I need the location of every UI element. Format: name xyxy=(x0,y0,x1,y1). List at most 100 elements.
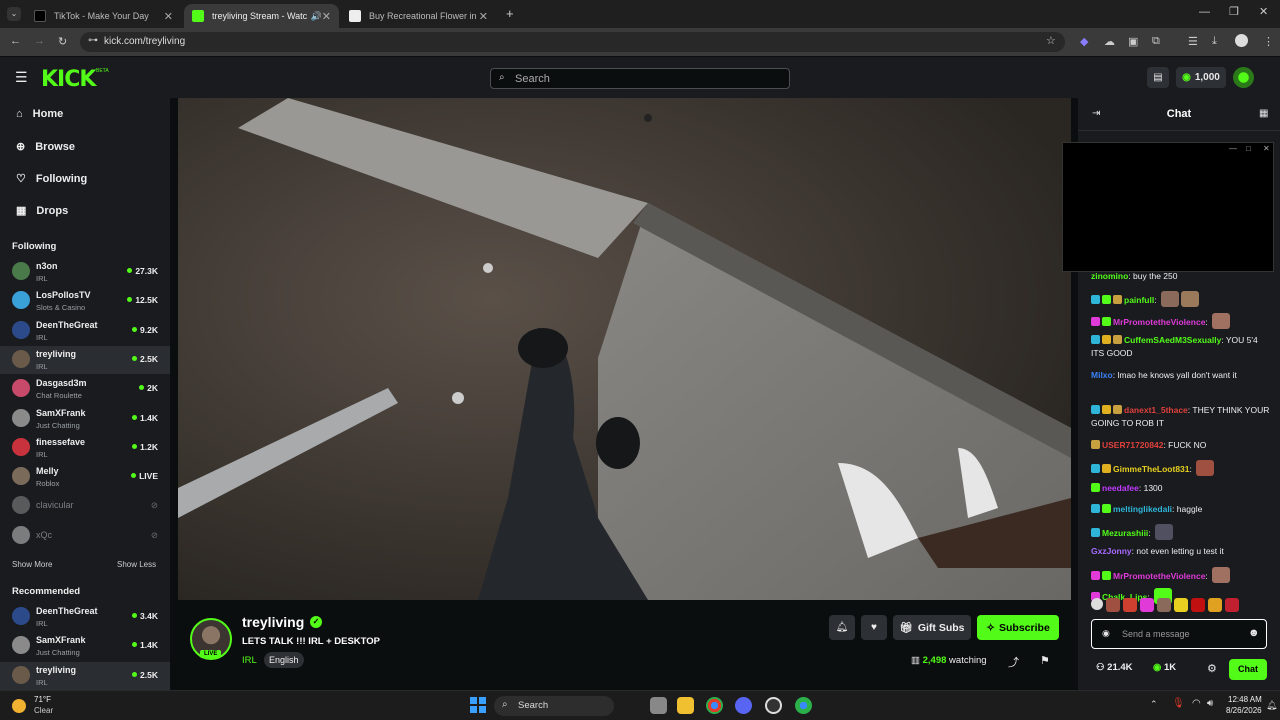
sidebar-channel-clavicular[interactable]: clavicular ⊘ xyxy=(0,492,170,520)
close-tab-icon[interactable]: ✕ xyxy=(479,10,488,23)
menu-kebab-icon[interactable]: ⋮ xyxy=(1263,35,1274,48)
sidebar-channel-deenthegreat[interactable]: DeenTheGreat IRL 3.4K xyxy=(0,603,170,631)
taskbar-search[interactable]: ⌕ Search xyxy=(494,696,614,716)
sidebar-channel-lospollostv[interactable]: LosPollosTV Slots & Casino 12.5K xyxy=(0,287,170,315)
chat-username[interactable]: MrPromotetheViolence xyxy=(1113,571,1205,581)
chat-username[interactable]: USER71720842 xyxy=(1102,440,1163,450)
sidebar-channel-samxfrank[interactable]: SamXFrank Just Chatting 1.4K xyxy=(0,632,170,660)
sidebar-channel-treyliving[interactable]: treyliving IRL 2.5K xyxy=(0,345,170,374)
chat-username[interactable]: CuffemSAedM3Sexually xyxy=(1124,335,1221,345)
emote-icon[interactable] xyxy=(1155,524,1174,541)
discord-icon[interactable] xyxy=(735,697,752,714)
clock-time[interactable]: 12:48 AM xyxy=(1228,695,1262,704)
user-badge-icon[interactable] xyxy=(1091,482,1100,492)
emote-icon[interactable] xyxy=(1212,312,1231,329)
weather-icon[interactable] xyxy=(12,699,26,713)
user-badge-icon[interactable] xyxy=(1102,464,1111,474)
emote-icon[interactable] xyxy=(1212,566,1231,583)
sidebar-channel-dasgasd3m[interactable]: Dasgasd3m Chat Roulette 2K xyxy=(0,375,170,403)
user-badge-icon[interactable] xyxy=(1091,439,1100,449)
volume-icon[interactable]: 🔊︎ xyxy=(1207,698,1213,709)
sidebar-channel-n3on[interactable]: n3on IRL 27.3K xyxy=(0,258,170,286)
reading-list-icon[interactable]: ☰ xyxy=(1188,35,1198,48)
settings-gear-icon[interactable]: ⚙ xyxy=(1207,662,1217,675)
nav-browse[interactable]: ⊕ Browse xyxy=(16,140,75,154)
profile-avatar[interactable] xyxy=(1235,34,1248,47)
close-tab-icon[interactable]: ✕ xyxy=(164,10,173,23)
tab-list-icon[interactable]: ⌄ xyxy=(7,7,21,21)
emote-icon[interactable] xyxy=(1180,291,1199,308)
speaker-icon[interactable]: 🔊 xyxy=(311,11,322,22)
user-badge-icon[interactable] xyxy=(1102,570,1111,580)
chat-message-input[interactable]: ◉ Send a message ☻ xyxy=(1091,619,1267,649)
emoji-picker-icon[interactable]: ☻ xyxy=(1248,627,1260,639)
user-badge-icon[interactable] xyxy=(1113,295,1122,305)
sidebar-channel-samxfrank[interactable]: SamXFrank Just Chatting 1.4K xyxy=(0,405,170,433)
extension-icon[interactable]: ▣ xyxy=(1128,35,1138,48)
streamer-name[interactable]: treyliving xyxy=(242,614,304,630)
tab-dispensary[interactable]: Buy Recreational Flower in Las ✕ xyxy=(341,4,496,28)
chrome-active-icon[interactable] xyxy=(795,697,812,714)
emote-icon[interactable] xyxy=(1157,598,1171,612)
maximize-icon[interactable]: ❐ xyxy=(1229,5,1239,18)
user-badge-icon[interactable] xyxy=(1113,334,1122,344)
clock-date[interactable]: 8/26/2026 xyxy=(1226,706,1262,715)
gift-subs-button[interactable]: 🎁︎ Gift Subs xyxy=(893,615,971,640)
new-tab-icon[interactable]: + xyxy=(506,6,514,21)
notification-bell-button[interactable]: 🔔︎ xyxy=(829,615,855,640)
windows-start-icon[interactable] xyxy=(470,697,486,713)
popup-minimize-icon[interactable]: — xyxy=(1229,144,1237,153)
nav-following[interactable]: ♡ Following xyxy=(16,172,87,186)
emote-icon[interactable] xyxy=(1225,598,1239,612)
send-chat-button[interactable]: Chat xyxy=(1229,659,1267,680)
task-view-icon[interactable] xyxy=(650,697,667,714)
emote-icon[interactable] xyxy=(1174,598,1188,612)
chat-username[interactable]: zinomino xyxy=(1091,271,1128,281)
microphone-icon[interactable]: 🎙︎ xyxy=(1172,698,1185,709)
subscribe-button[interactable]: ✧ Subscribe xyxy=(977,615,1059,640)
floating-popup-window[interactable]: — □ ✕ xyxy=(1062,142,1274,272)
video-player[interactable] xyxy=(178,98,1071,600)
nav-drops[interactable]: ▦ Drops xyxy=(16,204,68,218)
user-avatar[interactable] xyxy=(1233,67,1254,88)
user-badge-icon[interactable] xyxy=(1102,503,1111,513)
chat-username[interactable]: GxzJonny xyxy=(1091,546,1132,556)
sidebar-channel-treyliving[interactable]: treyliving IRL 2.5K xyxy=(0,661,170,690)
kick-coins-button[interactable]: ◉ 1,000 xyxy=(1176,67,1226,88)
notification-bell-icon[interactable]: 🔔︎ xyxy=(1266,700,1277,711)
show-less-link[interactable]: Show Less xyxy=(117,560,156,569)
user-badge-icon[interactable] xyxy=(1091,334,1100,344)
address-bar[interactable]: ⊶ kick.com/treyliving ☆ xyxy=(80,32,1065,52)
user-badge-icon[interactable] xyxy=(1113,404,1122,414)
emote-icon[interactable] xyxy=(1160,291,1179,308)
chat-username[interactable]: Milxo xyxy=(1091,370,1113,380)
back-icon[interactable]: ← xyxy=(10,35,21,47)
popup-maximize-icon[interactable]: □ xyxy=(1246,144,1251,153)
chrome-icon[interactable] xyxy=(706,697,723,714)
user-badge-icon[interactable] xyxy=(1102,404,1111,414)
library-icon[interactable]: ▤ xyxy=(1147,67,1169,88)
stream-category[interactable]: IRL xyxy=(242,655,257,666)
kick-logo[interactable]: KICK xyxy=(41,67,96,92)
close-window-icon[interactable]: ✕ xyxy=(1259,5,1268,18)
emote-icon[interactable] xyxy=(1106,598,1120,612)
sidebar-channel-finessefave[interactable]: finessefave IRL 1.2K xyxy=(0,434,170,462)
chat-username[interactable]: needafee xyxy=(1102,483,1139,493)
user-badge-icon[interactable] xyxy=(1102,295,1111,305)
emote-icon[interactable] xyxy=(1123,598,1137,612)
close-tab-icon[interactable]: ✕ xyxy=(322,10,331,23)
user-badge-icon[interactable] xyxy=(1102,316,1111,326)
nav-home[interactable]: ⌂ Home xyxy=(16,108,63,120)
tray-chevron-icon[interactable]: ⌃ xyxy=(1150,699,1158,710)
sidebar-channel-melly[interactable]: Melly Roblox LIVE xyxy=(0,463,170,491)
chat-username[interactable]: painfull xyxy=(1124,295,1154,305)
emote-icon[interactable] xyxy=(1091,598,1103,610)
chat-settings-icon[interactable]: ▦ xyxy=(1259,108,1268,119)
emote-icon[interactable] xyxy=(1196,460,1215,477)
user-badge-icon[interactable] xyxy=(1091,295,1100,305)
user-badge-icon[interactable] xyxy=(1091,570,1100,580)
wifi-icon[interactable]: ◠ xyxy=(1192,698,1201,709)
user-badge-icon[interactable] xyxy=(1102,334,1111,344)
minimize-icon[interactable]: — xyxy=(1199,6,1210,18)
forward-icon[interactable]: → xyxy=(34,35,45,47)
